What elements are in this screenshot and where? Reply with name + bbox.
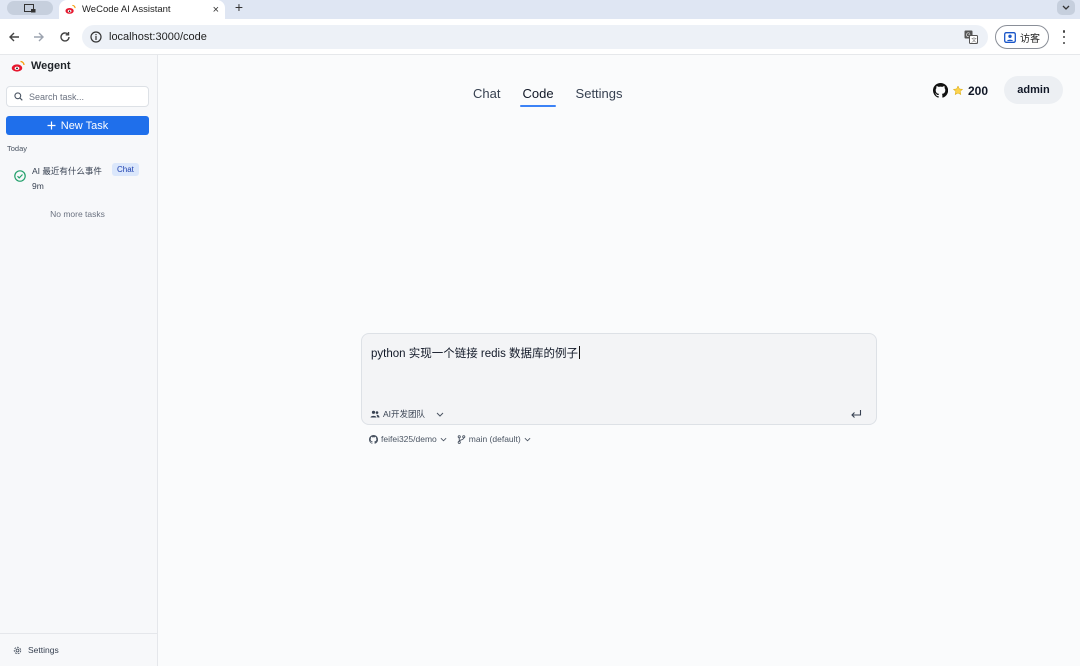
users-icon: [370, 410, 380, 418]
profile-icon: [1004, 31, 1016, 43]
sidebar-settings-link[interactable]: Settings: [0, 633, 157, 666]
task-title: AI 最近有什么事件: [32, 166, 102, 176]
repo-icon: [369, 434, 378, 444]
chevron-down-icon: [524, 437, 531, 441]
team-selector[interactable]: AI开发团队: [370, 408, 444, 420]
chevron-down-icon: [436, 412, 444, 417]
url-text: localhost:3000/code: [109, 31, 207, 43]
brand-logo[interactable]: Wegent: [11, 60, 71, 72]
translate-icon[interactable]: G文: [964, 30, 978, 44]
github-stars-link[interactable]: 200: [933, 83, 988, 98]
star-count: 200: [968, 83, 989, 98]
tab-search-button[interactable]: [1057, 0, 1075, 15]
weibo-logo-icon: [11, 60, 25, 72]
svg-text:文: 文: [971, 36, 977, 44]
browser-tab-strip: WeCode AI Assistant × +: [0, 0, 1080, 19]
branch-selector[interactable]: main (default): [457, 434, 531, 444]
task-input-text: python 实现一个链接 redis 数据库的例子: [371, 348, 579, 360]
tab-settings[interactable]: Settings: [576, 86, 623, 104]
new-task-button[interactable]: New Task: [6, 116, 149, 135]
chevron-down-icon: [1062, 5, 1070, 10]
back-button[interactable]: [6, 29, 22, 45]
new-tab-button[interactable]: +: [232, 0, 246, 17]
search-icon: [14, 92, 23, 101]
team-name: AI开发团队: [383, 409, 426, 419]
tab-code[interactable]: Code: [520, 86, 556, 107]
chevron-down-icon: [440, 437, 447, 441]
address-bar[interactable]: localhost:3000/code G文: [82, 25, 988, 49]
sidebar: Wegent Search task... New Task Today AI …: [0, 55, 158, 666]
brand-name: Wegent: [31, 60, 71, 72]
task-list-item[interactable]: AI 最近有什么事件 Chat 9m: [6, 161, 149, 193]
weibo-favicon-icon: [65, 4, 76, 14]
new-task-label: New Task: [60, 119, 109, 132]
browser-tab-active[interactable]: WeCode AI Assistant ×: [59, 0, 225, 19]
task-type-badge: Chat: [112, 163, 139, 176]
plus-icon: [47, 121, 56, 130]
enter-send-icon[interactable]: [850, 408, 862, 420]
browser-menu-button[interactable]: [1058, 30, 1070, 44]
repo-name: feifei325/demo: [381, 434, 437, 444]
tab-title: WeCode AI Assistant: [82, 4, 171, 15]
section-label-today: Today: [7, 144, 28, 153]
window-icon: [24, 3, 36, 12]
no-more-tasks-text: No more tasks: [50, 209, 105, 219]
close-tab-icon[interactable]: ×: [213, 4, 219, 16]
main-content: Chat Code Settings 200 admin python 实现一个…: [158, 55, 1080, 666]
search-placeholder: Search task...: [29, 91, 85, 102]
forward-button[interactable]: [31, 29, 47, 45]
check-circle-icon: [14, 170, 26, 182]
branch-name: main (default): [468, 434, 521, 444]
user-menu-button[interactable]: admin: [1004, 76, 1063, 104]
top-navigation: Chat Code Settings: [473, 86, 623, 107]
search-task-input[interactable]: Search task...: [6, 86, 149, 107]
text-caret: [579, 346, 581, 359]
task-composer[interactable]: python 实现一个链接 redis 数据库的例子 AI开发团队: [361, 333, 877, 425]
arrow-right-icon: [34, 32, 44, 42]
repo-selector[interactable]: feifei325/demo: [369, 434, 447, 444]
tab-chat[interactable]: Chat: [473, 86, 500, 104]
site-info-icon[interactable]: [90, 31, 102, 43]
task-time: 9m: [32, 181, 44, 191]
settings-label: Settings: [28, 645, 59, 655]
arrow-left-icon: [9, 32, 19, 42]
git-branch-icon: [457, 434, 466, 444]
gear-icon: [13, 646, 22, 654]
github-icon: [933, 83, 948, 98]
repo-branch-row: feifei325/demo main (default): [369, 434, 531, 444]
browser-toolbar: localhost:3000/code G文 访客: [0, 19, 1080, 55]
reload-icon: [60, 32, 70, 42]
tab-groups-button[interactable]: [7, 1, 53, 15]
guest-label: 访客: [1020, 33, 1040, 45]
star-icon: [952, 84, 964, 95]
task-input[interactable]: python 实现一个链接 redis 数据库的例子: [371, 345, 581, 361]
reload-button[interactable]: [57, 29, 73, 45]
guest-profile-button[interactable]: 访客: [995, 25, 1049, 49]
